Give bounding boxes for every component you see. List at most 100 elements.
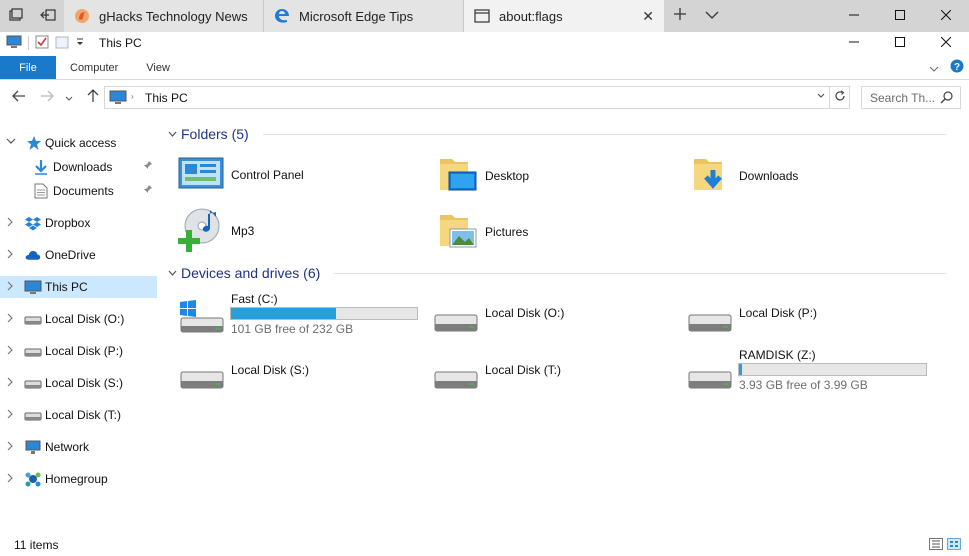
explorer-minimize-button[interactable] (831, 32, 877, 54)
nav-item-dropbox[interactable]: Dropbox (0, 212, 157, 234)
computer-icon (6, 35, 22, 52)
breadcrumb-separator-icon[interactable]: › (131, 92, 134, 101)
browser-tab-active[interactable]: about:flags ✕ (464, 0, 664, 32)
drive-o[interactable]: Local Disk (O:) (432, 300, 672, 340)
explorer-maximize-button[interactable] (877, 32, 923, 54)
devices-group-header[interactable]: Devices and drives (6) (168, 263, 960, 283)
recent-locations-button[interactable] (62, 86, 76, 108)
nav-item-disk-t[interactable]: Local Disk (T:) (0, 404, 157, 426)
maximize-icon (895, 36, 905, 50)
arrow-right-icon (40, 89, 54, 105)
new-folder-button[interactable] (55, 35, 69, 52)
nav-item-onedrive[interactable]: OneDrive (0, 244, 157, 266)
drive-name: Local Disk (S:) (231, 363, 310, 377)
folder-desktop[interactable]: Desktop (438, 154, 529, 197)
chevron-down-icon (168, 129, 180, 139)
nav-item-disk-p[interactable]: Local Disk (P:) (0, 340, 157, 362)
tab-file[interactable]: File (0, 56, 56, 79)
browser-close-button[interactable] (923, 0, 969, 32)
nav-item-network[interactable]: Network (0, 436, 157, 458)
nav-item-disk-o[interactable]: Local Disk (O:) (0, 308, 157, 330)
folder-control-panel[interactable]: Control Panel (178, 155, 304, 194)
svg-text:?: ? (954, 62, 960, 73)
nav-label: Homegroup (45, 472, 108, 486)
homegroup-icon (25, 471, 41, 487)
this-pc-icon (109, 90, 127, 108)
tab-computer[interactable]: Computer (56, 56, 134, 79)
download-arrow-icon (33, 159, 49, 175)
help-button[interactable]: ? (945, 56, 969, 79)
network-icon (25, 439, 41, 455)
explorer-close-button[interactable] (923, 32, 969, 54)
collapsed-chevron-icon[interactable] (6, 409, 14, 421)
nav-item-homegroup[interactable]: Homegroup (0, 468, 157, 490)
nav-label: Local Disk (P:) (45, 344, 124, 358)
folders-group-header[interactable]: Folders (5) (168, 124, 960, 144)
desktop-folder-icon (438, 154, 478, 197)
maximize-icon (895, 9, 905, 23)
folder-pictures[interactable]: Pictures (438, 210, 528, 253)
collapsed-chevron-icon[interactable] (6, 249, 14, 261)
browser-minimize-button[interactable] (831, 0, 877, 32)
drive-t[interactable]: Local Disk (T:) (432, 357, 672, 397)
nav-item-this-pc[interactable]: This PC (0, 276, 157, 298)
nav-item-quick-access[interactable]: Quick access (0, 132, 157, 154)
drive-name: Local Disk (P:) (739, 306, 818, 320)
tabs-aside-button[interactable] (0, 0, 32, 32)
nav-item-downloads[interactable]: Downloads (0, 156, 157, 178)
nav-label: Local Disk (S:) (45, 376, 124, 390)
collapsed-chevron-icon[interactable] (6, 313, 14, 325)
nav-label: Quick access (45, 136, 117, 150)
usage-fill (231, 308, 337, 319)
expand-ribbon-button[interactable] (923, 56, 945, 79)
breadcrumb[interactable]: This PC (145, 91, 188, 105)
nav-label: This PC (45, 280, 88, 294)
browser-tab[interactable]: gHacks Technology News (64, 0, 264, 32)
browser-tab[interactable]: Microsoft Edge Tips (264, 0, 464, 32)
refresh-button[interactable] (830, 86, 850, 109)
close-tab-icon[interactable]: ✕ (642, 8, 654, 25)
tab-preview-button[interactable] (696, 0, 728, 32)
document-icon (33, 183, 49, 199)
collapsed-chevron-icon[interactable] (6, 217, 14, 229)
up-button[interactable] (82, 86, 104, 108)
nav-item-disk-s[interactable]: Local Disk (S:) (0, 372, 157, 394)
collapsed-chevron-icon[interactable] (6, 473, 14, 485)
properties-button[interactable] (35, 35, 49, 52)
drive-icon (432, 369, 480, 394)
browser-maximize-button[interactable] (877, 0, 923, 32)
details-view-button[interactable] (929, 538, 943, 553)
collapsed-chevron-icon[interactable] (6, 281, 14, 293)
expanded-chevron-icon[interactable] (6, 137, 16, 147)
search-input[interactable]: Search Th... (870, 91, 935, 105)
nav-item-documents[interactable]: Documents (0, 180, 157, 202)
nav-label: Network (45, 440, 90, 454)
arrow-left-icon (12, 89, 26, 105)
address-bar[interactable]: › This PC (104, 86, 830, 109)
pin-icon[interactable] (143, 160, 153, 173)
back-button[interactable] (8, 86, 30, 108)
star-icon (26, 135, 42, 151)
customize-quick-access-icon[interactable] (75, 36, 85, 50)
folder-downloads[interactable]: Downloads (692, 154, 798, 197)
large-icons-view-button[interactable] (947, 538, 961, 553)
drive-c[interactable]: Fast (C:) 101 GB free of 232 GB (178, 290, 428, 338)
drive-p[interactable]: Local Disk (P:) (686, 300, 926, 340)
browser-tab-strip: gHacks Technology News Microsoft Edge Ti… (0, 0, 969, 32)
folder-mp3[interactable]: Mp3 (176, 206, 254, 255)
quick-access-toolbar (0, 35, 85, 52)
address-history-icon[interactable] (817, 91, 825, 101)
computer-icon (24, 279, 42, 295)
search-box[interactable]: Search Th... (861, 86, 961, 109)
pin-icon[interactable] (143, 184, 153, 197)
show-tabs-aside-button[interactable] (32, 0, 64, 32)
forward-button[interactable] (36, 86, 58, 108)
collapsed-chevron-icon[interactable] (6, 377, 14, 389)
drive-s[interactable]: Local Disk (S:) (178, 357, 418, 397)
tab-view[interactable]: View (134, 56, 186, 79)
new-tab-button[interactable] (664, 0, 696, 32)
collapsed-chevron-icon[interactable] (6, 441, 14, 453)
drive-z[interactable]: RAMDISK (Z:) 3.93 GB free of 3.99 GB (686, 347, 936, 395)
view-switcher (929, 538, 961, 553)
collapsed-chevron-icon[interactable] (6, 345, 14, 357)
